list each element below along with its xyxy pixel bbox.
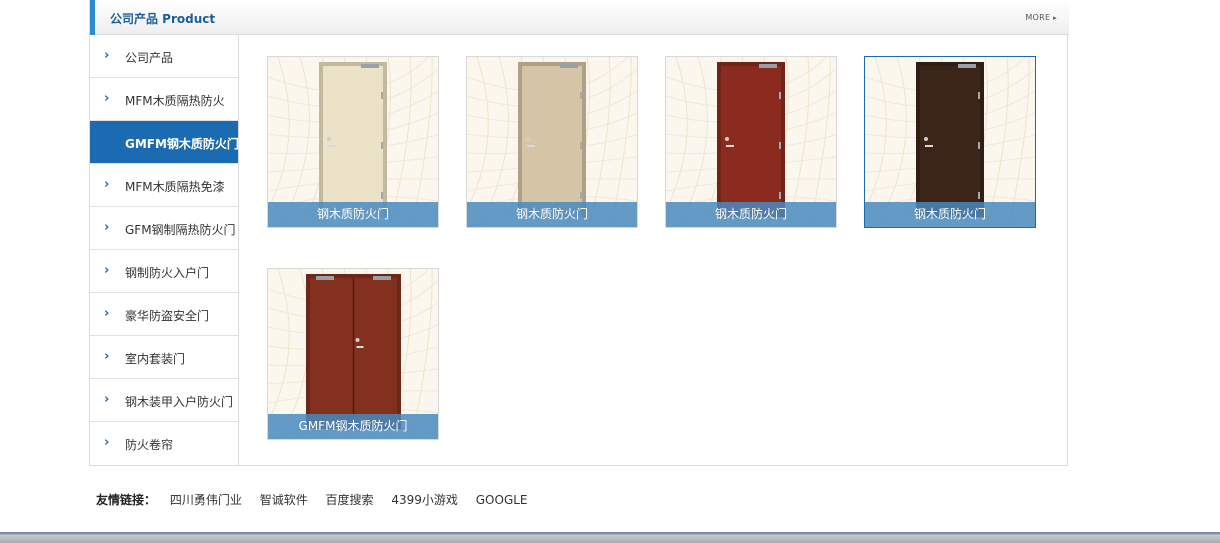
chevron-right-icon: › <box>104 306 110 321</box>
door-handle <box>925 145 933 147</box>
lock-cylinder <box>526 137 530 141</box>
door-image[interactable] <box>319 62 387 217</box>
sidebar-item-label[interactable]: 豪华防盗安全门 <box>125 307 209 324</box>
hinge <box>381 142 383 149</box>
door-leaf <box>721 66 781 217</box>
hinge <box>978 192 980 199</box>
door-closer <box>958 64 976 68</box>
sidebar-item-label[interactable]: MFM木质隔热防火 <box>125 92 225 109</box>
hinge <box>978 92 980 99</box>
door-closer <box>759 64 777 68</box>
product-card[interactable]: 钢木质防火门 <box>665 56 837 228</box>
door-closer <box>361 64 379 68</box>
hinge <box>381 92 383 99</box>
panel-header: 公司产品 Product MORE ▸ <box>90 0 1069 35</box>
door-image[interactable] <box>717 62 785 217</box>
sidebar-item-mfm-wood-insulated[interactable]: › MFM木质隔热防火 <box>90 78 238 121</box>
sidebar-item-armored-entry-door[interactable]: › 钢木装甲入户防火门 <box>90 379 238 422</box>
product-card[interactable]: GMFM钢木质防火门 <box>267 268 439 440</box>
hinge <box>779 92 781 99</box>
product-caption[interactable]: 钢木质防火门 <box>666 202 836 227</box>
header-accent-bar <box>90 0 95 35</box>
sidebar-item-gmfm-steel-wood[interactable]: ›GMFM钢木质防火门 <box>90 121 238 164</box>
door-image[interactable] <box>916 62 984 217</box>
friend-link[interactable]: 4399小游戏 <box>391 493 458 507</box>
lock-cylinder <box>924 137 928 141</box>
friend-link[interactable]: GOOGLE <box>476 493 528 507</box>
chevron-right-icon: › <box>104 91 110 106</box>
chevron-right-icon: › <box>104 48 110 63</box>
door-leaf <box>323 66 383 217</box>
door-leaf <box>522 66 582 217</box>
product-caption[interactable]: 钢木质防火门 <box>467 202 637 227</box>
chevron-right-icon: › <box>104 349 110 364</box>
sidebar-item-interior-door[interactable]: › 室内套装门 <box>90 336 238 379</box>
chevron-right-icon: › <box>104 392 110 407</box>
friend-links: 友情链接： 四川勇伟门业 智诚软件 百度搜索 4399小游戏 GOOGLE <box>96 491 542 508</box>
more-link[interactable]: MORE ▸ <box>1025 13 1057 22</box>
sidebar-item-label[interactable]: 钢制防火入户门 <box>125 264 209 281</box>
friend-link[interactable]: 四川勇伟门业 <box>170 493 242 507</box>
sidebar-item-label[interactable]: 公司产品 <box>125 49 173 66</box>
more-label[interactable]: MORE <box>1025 13 1050 22</box>
chevron-right-icon: › <box>104 435 110 450</box>
sidebar-item-label[interactable]: GFM钢制隔热防火门 <box>125 221 236 238</box>
sidebar-item-company-products[interactable]: › 公司产品 <box>90 35 238 78</box>
panel-title: 公司产品 Product <box>110 12 216 26</box>
sidebar-item-mfm-paint-free[interactable]: › MFM木质隔热免漆 <box>90 164 238 207</box>
sidebar-item-label[interactable]: 钢木装甲入户防火门 <box>125 393 233 410</box>
door-image[interactable] <box>306 274 401 429</box>
door-image[interactable] <box>518 62 586 217</box>
door-closer <box>316 276 334 280</box>
product-grid: 钢木质防火门 钢木质防火门 钢木质防火门 钢木质防火门 GMFM钢木质防火门 <box>240 35 1069 466</box>
product-card[interactable]: 钢木质防火门 <box>864 56 1036 228</box>
product-caption[interactable]: 钢木质防火门 <box>268 202 438 227</box>
product-card[interactable]: 钢木质防火门 <box>466 56 638 228</box>
sidebar-item-steel-entry-door[interactable]: › 钢制防火入户门 <box>90 250 238 293</box>
product-caption[interactable]: GMFM钢木质防火门 <box>268 414 438 439</box>
chevron-right-icon: › <box>104 220 110 235</box>
sidebar-item-label[interactable]: 防火卷帘 <box>125 436 173 453</box>
hinge <box>580 92 582 99</box>
lock-cylinder <box>355 338 360 342</box>
lock-cylinder <box>725 137 729 141</box>
hinge <box>779 192 781 199</box>
door-leaf <box>920 66 980 217</box>
door-handle <box>726 145 734 147</box>
door-handle <box>356 346 364 348</box>
product-card[interactable]: 钢木质防火门 <box>267 56 439 228</box>
chevron-right-icon: › <box>104 263 110 278</box>
sidebar-item-label[interactable]: 室内套装门 <box>125 350 185 367</box>
product-caption[interactable]: 钢木质防火门 <box>865 202 1035 227</box>
hinge <box>580 142 582 149</box>
lock-cylinder <box>327 137 331 141</box>
chevron-right-icon: › <box>104 177 110 192</box>
door-closer <box>560 64 578 68</box>
hinge <box>580 192 582 199</box>
category-sidebar: ›公司产品 ›MFM木质隔热防火 ›GMFM钢木质防火门 ›MFM木质隔热免漆 … <box>90 35 239 466</box>
sidebar-item-gfm-steel-insulated[interactable]: › GFM钢制隔热防火门 <box>90 207 238 250</box>
footer-band <box>0 532 1220 543</box>
sidebar-item-security-door[interactable]: › 豪华防盗安全门 <box>90 293 238 336</box>
door-handle <box>328 145 336 147</box>
friend-links-label: 友情链接： <box>96 493 157 507</box>
more-arrow-icon: ▸ <box>1053 14 1057 22</box>
hinge <box>779 142 781 149</box>
sidebar-item-fire-shutter[interactable]: › 防火卷帘 <box>90 422 238 465</box>
door-handle <box>527 145 535 147</box>
friend-link[interactable]: 百度搜索 <box>326 493 374 507</box>
door-leaf <box>310 278 353 429</box>
product-panel: 公司产品 Product MORE ▸ ›公司产品 ›MFM木质隔热防火 ›GM… <box>89 0 1069 466</box>
door-closer <box>373 276 391 280</box>
door-leaf <box>354 278 397 429</box>
sidebar-item-label[interactable]: GMFM钢木质防火门 <box>125 135 238 152</box>
friend-link[interactable]: 智诚软件 <box>260 493 308 507</box>
sidebar-item-label[interactable]: MFM木质隔热免漆 <box>125 178 225 195</box>
hinge <box>978 142 980 149</box>
hinge <box>381 192 383 199</box>
